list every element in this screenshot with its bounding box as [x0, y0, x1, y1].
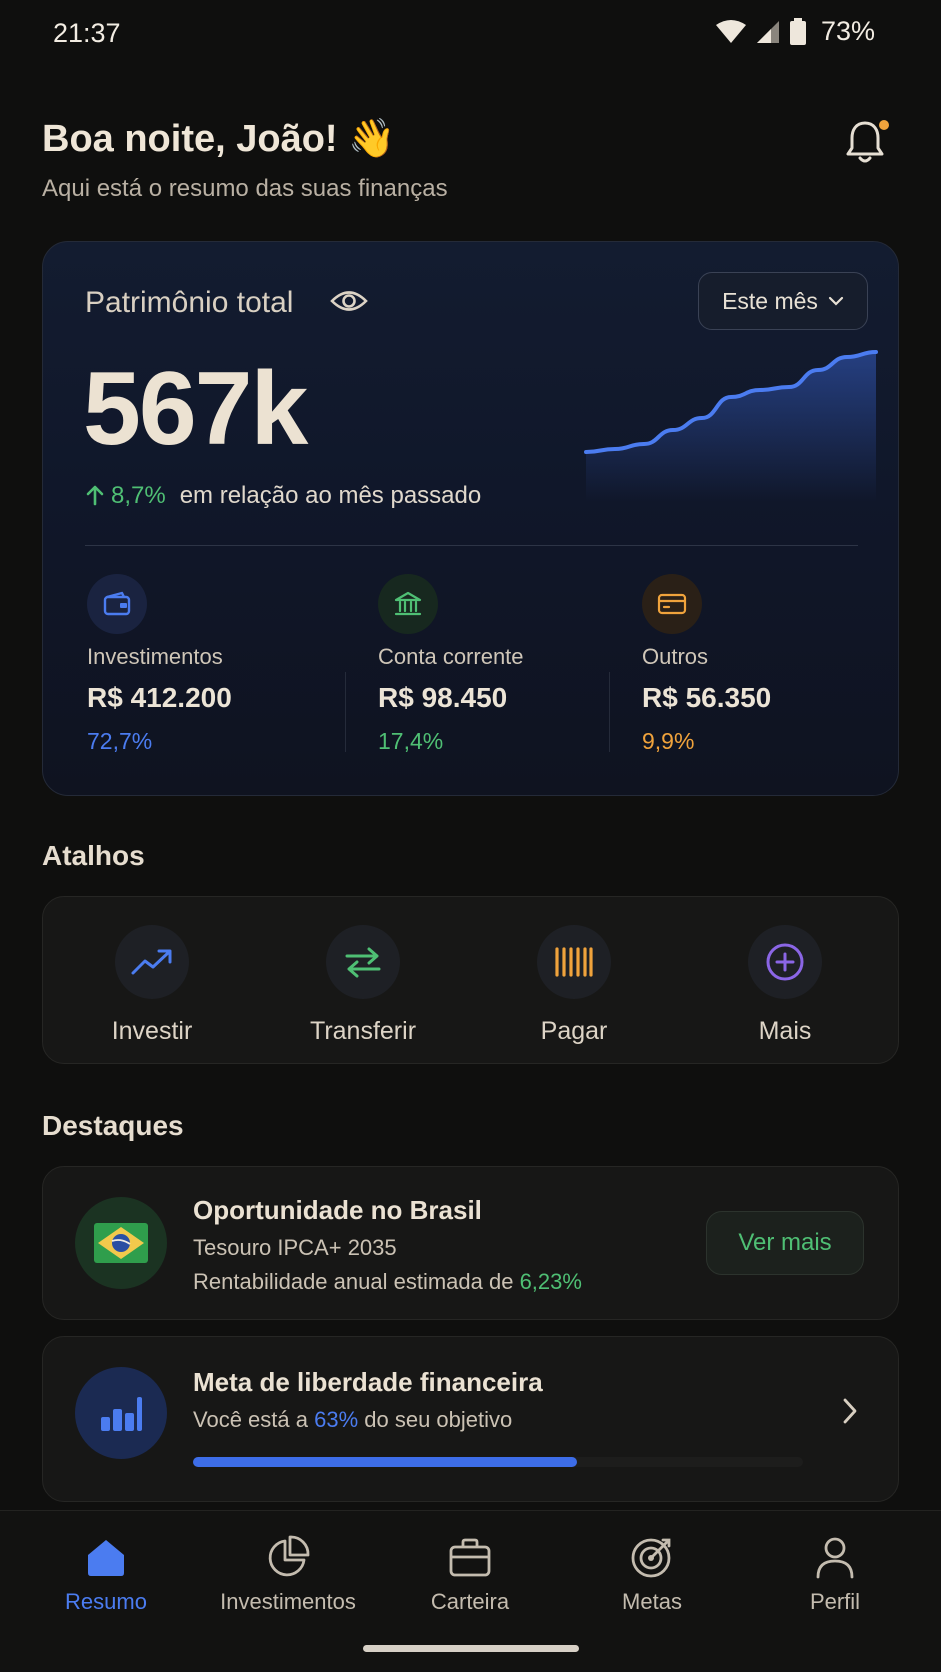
- rate-text: Rentabilidade anual estimada de: [193, 1269, 520, 1294]
- greeting-subtitle: Aqui está o resumo das suas finanças: [42, 175, 448, 202]
- user-icon: [816, 1537, 854, 1579]
- arrow-up-icon: [86, 485, 104, 506]
- shortcut-label: Transferir: [309, 1017, 417, 1045]
- notifications-button[interactable]: [843, 118, 891, 168]
- target-icon: [631, 1538, 671, 1578]
- card-icon-badge: [642, 574, 702, 634]
- card-divider: [85, 545, 858, 546]
- shortcut-label: Investir: [111, 1017, 193, 1045]
- pie-chart-icon: [268, 1535, 310, 1577]
- bank-icon: [394, 591, 422, 616]
- briefcase-icon: [449, 1538, 491, 1577]
- segment-name: Outros: [642, 644, 709, 669]
- home-indicator[interactable]: [363, 1645, 579, 1652]
- shortcut-invest[interactable]: Investir: [72, 925, 232, 1046]
- shortcut-pay[interactable]: Pagar: [494, 925, 654, 1046]
- chevron-right-icon: [843, 1398, 857, 1424]
- opportunity-rate-line: Rentabilidade anual estimada de 6,23%: [193, 1269, 582, 1295]
- segment-percent: 17,4%: [378, 728, 444, 754]
- plus-circle-icon: [748, 925, 822, 999]
- goal-title: Meta de liberdade financeira: [193, 1367, 543, 1397]
- period-label: Este mês: [722, 287, 818, 314]
- segment-checking[interactable]: Conta corrente R$ 98.450 17,4%: [378, 574, 638, 755]
- segment-name: Conta corrente: [378, 644, 524, 669]
- toggle-visibility-button[interactable]: [329, 286, 369, 321]
- segment-value: R$ 98.450: [378, 682, 508, 713]
- opportunity-product: Tesouro IPCA+ 2035: [193, 1235, 397, 1260]
- nav-resumo[interactable]: Resumo: [16, 1535, 196, 1615]
- shortcut-transfer[interactable]: Transferir: [283, 925, 443, 1046]
- greeting-title: Boa noite, João! 👋: [42, 118, 396, 160]
- change-positive: 8,7%: [85, 482, 166, 510]
- goal-percent: 63%: [314, 1407, 359, 1432]
- nav-perfil[interactable]: Perfil: [745, 1535, 925, 1615]
- segment-separator: [345, 672, 346, 752]
- opportunity-card[interactable]: Oportunidade no Brasil Tesouro IPCA+ 203…: [42, 1166, 899, 1320]
- opportunity-title: Oportunidade no Brasil: [193, 1195, 482, 1225]
- credit-card-icon: [657, 593, 687, 615]
- segment-investments[interactable]: Investimentos R$ 412.200 72,7%: [87, 574, 347, 755]
- segment-percent: 9,9%: [642, 728, 695, 754]
- segment-value: R$ 412.200: [87, 682, 232, 713]
- goal-suffix: do seu objetivo: [358, 1407, 513, 1432]
- bank-icon-badge: [378, 574, 438, 634]
- wealth-card: Patrimônio total Este mês 567k 8,7% em r…: [42, 241, 899, 796]
- nav-investimentos[interactable]: Investimentos: [198, 1535, 378, 1615]
- notification-dot: [879, 120, 889, 130]
- nav-label: Metas: [622, 1589, 682, 1614]
- goal-prefix: Você está a: [193, 1407, 315, 1432]
- nav-label: Perfil: [809, 1589, 861, 1614]
- segment-others[interactable]: Outros R$ 56.350 9,9%: [642, 574, 902, 755]
- cellular-signal-icon: [756, 20, 779, 43]
- nav-label: Investimentos: [220, 1589, 356, 1614]
- brazil-flag-icon: [94, 1223, 148, 1263]
- see-more-button[interactable]: Ver mais: [706, 1211, 864, 1275]
- nav-label: Resumo: [65, 1589, 147, 1614]
- nav-metas[interactable]: Metas: [562, 1535, 742, 1615]
- nav-carteira[interactable]: Carteira: [380, 1535, 560, 1615]
- wallet-icon-badge: [87, 574, 147, 634]
- wealth-value: 567k: [83, 351, 308, 467]
- wealth-change: 8,7% em relação ao mês passado: [85, 482, 481, 510]
- eye-icon: [330, 291, 368, 311]
- shortcuts-card: Investir Transferir Pagar Mais: [42, 896, 899, 1064]
- goal-progress-bar: [193, 1457, 803, 1467]
- transfer-icon: [326, 925, 400, 999]
- goal-progress-fill: [193, 1457, 578, 1467]
- battery-percent: 73%: [820, 16, 875, 46]
- rate-value: 6,23%: [519, 1269, 582, 1294]
- shortcut-more[interactable]: Mais: [705, 925, 865, 1046]
- barcode-icon: [537, 925, 611, 999]
- goal-card[interactable]: Meta de liberdade financeira Você está a…: [42, 1336, 899, 1502]
- goal-progress-line: Você está a 63% do seu objetivo: [193, 1407, 512, 1433]
- nav-label: Carteira: [430, 1589, 510, 1614]
- highlights-title: Destaques: [42, 1110, 184, 1141]
- chevron-down-icon: [828, 296, 844, 306]
- segment-name: Investimentos: [87, 644, 223, 669]
- wealth-label: Patrimônio total: [85, 286, 294, 319]
- battery-icon: [789, 17, 806, 45]
- status-time: 21:37: [53, 18, 121, 48]
- change-value: 8,7%: [111, 482, 166, 509]
- goal-chart-badge: [75, 1367, 167, 1459]
- bar-chart-icon: [101, 1397, 142, 1431]
- wealth-trend-sparkline: [584, 350, 878, 502]
- wallet-icon: [103, 591, 131, 616]
- home-icon: [88, 1540, 124, 1576]
- shortcuts-title: Atalhos: [42, 840, 145, 871]
- segment-value: R$ 56.350: [642, 682, 772, 713]
- segment-percent: 72,7%: [87, 728, 153, 754]
- shortcut-label: Pagar: [540, 1017, 608, 1045]
- segment-separator: [609, 672, 610, 752]
- period-selector[interactable]: Este mês: [698, 272, 868, 330]
- status-icons: 73%: [715, 16, 875, 47]
- goal-open-button[interactable]: [842, 1397, 858, 1430]
- shortcut-label: Mais: [758, 1017, 812, 1045]
- brazil-flag-badge: [75, 1197, 167, 1289]
- wifi-icon: [715, 19, 746, 43]
- trending-up-icon: [115, 925, 189, 999]
- sparkline-area: [586, 352, 876, 502]
- change-text: em relação ao mês passado: [179, 482, 482, 509]
